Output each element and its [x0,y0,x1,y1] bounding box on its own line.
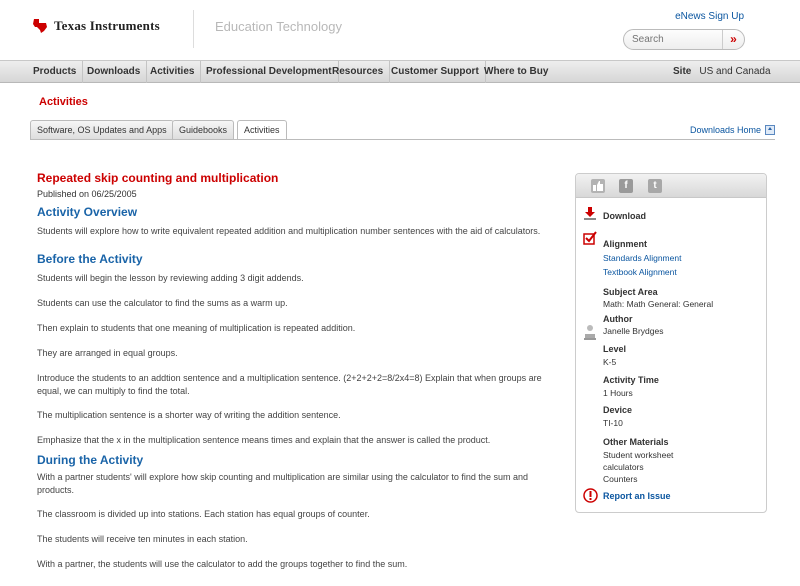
during-paragraph: The students will receive ten minutes in… [37,534,248,544]
texas-state-icon [33,19,47,33]
social-bar: f t [576,174,766,198]
site-header: Texas Instruments Education Technology e… [0,0,800,58]
during-paragraph: With a partner, the students will use th… [37,559,408,569]
before-paragraph: Introduce the students to an addtion sen… [37,373,542,396]
downloads-home-label: Downloads Home [690,125,762,135]
header-divider [193,10,194,48]
level-value: K-5 [603,357,617,367]
activity-article: Repeated skip counting and multiplicatio… [37,170,547,571]
before-paragraph: Students can use the calculator to find … [37,298,288,308]
author-value: Janelle Brydges [603,326,664,336]
level-label: Level [603,344,627,354]
downloads-home-link[interactable]: Downloads Home [690,125,776,135]
before-paragraph: The multiplication sentence is a shorter… [37,410,341,420]
subject-area-value: Math: Math General: General [603,299,714,309]
nav-item-professional-development[interactable]: Professional Development [200,61,339,83]
before-heading: Before the Activity [37,252,143,266]
tagline: Education Technology [215,19,342,34]
during-paragraph: The classroom is divided up into station… [37,509,370,519]
search-button[interactable]: » [722,30,744,49]
page-title: Activities [39,96,88,108]
during-paragraph: With a partner students' will explore ho… [37,472,528,495]
nav-item-downloads[interactable]: Downloads [81,61,148,83]
textbook-alignment-link[interactable]: Textbook Alignment [603,267,677,277]
overview-heading: Activity Overview [37,205,138,219]
site-label: Site [673,66,692,77]
download-icon[interactable] [583,206,597,220]
during-heading: During the Activity [37,453,144,467]
site-selector[interactable]: Site US and Canada [673,61,771,83]
nav-item-resources[interactable]: Resources [326,61,391,83]
nav-item-where-to-buy[interactable]: Where to Buy [478,61,554,83]
alert-icon [583,488,598,503]
before-paragraph: They are arranged in equal groups. [37,348,178,358]
other-materials-label: Other Materials [603,437,669,447]
before-paragraph: Then explain to students that one meanin… [37,323,356,333]
tab-divider [30,139,775,140]
site-value: US and Canada [699,66,771,77]
alignment-label: Alignment [603,239,647,249]
author-label: Author [603,314,633,324]
main-nav: Products Downloads Activities Profession… [0,60,800,83]
device-label: Device [603,405,633,415]
tab-software-os-updates[interactable]: Software, OS Updates and Apps [30,120,174,139]
nav-item-products[interactable]: Products [27,61,84,83]
activity-sidebar: f t Download Alignment Standards Alignme… [575,173,767,513]
subject-area-label: Subject Area [603,287,658,297]
tab-guidebooks[interactable]: Guidebooks [172,120,235,139]
like-icon[interactable] [591,179,605,193]
search-box: » [623,29,745,50]
activity-time-label: Activity Time [603,375,659,385]
activity-title: Repeated skip counting and multiplicatio… [37,171,279,185]
materials-item: calculators [603,462,644,472]
author-icon [584,325,596,340]
logo-text: Texas Instruments [54,18,160,33]
checkbox-icon [583,231,597,245]
facebook-icon[interactable]: f [619,179,633,193]
twitter-icon[interactable]: t [648,179,662,193]
standards-alignment-link[interactable]: Standards Alignment [603,253,681,263]
nav-item-activities[interactable]: Activities [144,61,202,83]
activity-time-value: 1 Hours [603,388,633,398]
before-paragraph: Students will begin the lesson by review… [37,273,304,283]
search-input[interactable] [624,30,724,49]
before-paragraph: Emphasize that the x in the multiplicati… [37,435,491,445]
tab-activities[interactable]: Activities [237,120,287,140]
nav-item-customer-support[interactable]: Customer Support [385,61,486,83]
published-date: Published on 06/25/2005 [37,189,137,199]
materials-item: Counters [603,474,638,484]
download-link[interactable]: Download [603,211,646,221]
home-icon [765,125,776,135]
ti-logo[interactable]: Texas Instruments [32,18,160,34]
materials-item: Student worksheet [603,450,674,460]
overview-text: Students will explore how to write equiv… [37,226,541,236]
enews-signup-link[interactable]: eNews Sign Up [675,11,744,22]
thumbs-up-icon [593,181,603,191]
device-value: TI-10 [603,418,623,428]
report-issue-link[interactable]: Report an Issue [603,491,671,501]
